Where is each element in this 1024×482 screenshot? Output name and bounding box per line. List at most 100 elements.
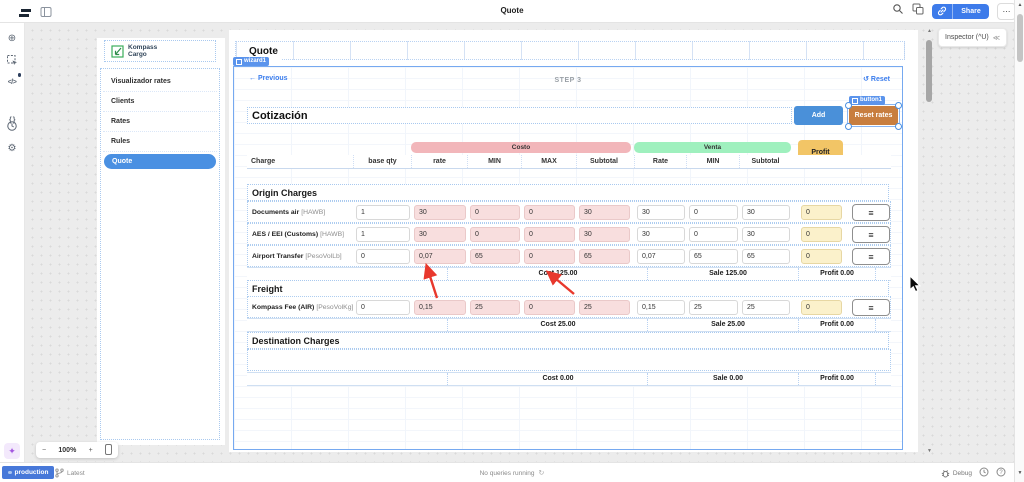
charge-unit: [HAWB] [301,209,326,216]
cost-subtotal-input[interactable]: 30 [579,205,630,220]
help-icon[interactable]: ? [996,467,1006,479]
zoom-out-button[interactable]: − [42,447,46,454]
mobile-preview-icon[interactable] [104,443,112,457]
search-icon[interactable] [892,2,904,20]
zoom-in-button[interactable]: + [89,447,93,454]
scrollbar-thumb[interactable] [926,40,932,102]
debug-button[interactable]: Debug [941,469,972,478]
cost-max-input[interactable]: 0 [524,249,575,264]
nav-item-quote-active[interactable]: Quote [104,154,216,169]
row-menu-button[interactable]: ≡ [852,226,890,243]
sale-group-header: Venta [634,142,791,153]
sale-rate-input[interactable]: 30 [637,205,685,220]
sale-min-input[interactable]: 0 [689,205,738,220]
canvas-scrollbar[interactable]: ▲ ▼ [925,26,934,458]
scroll-down-icon[interactable]: ▼ [925,448,934,454]
sale-rate-input[interactable]: 30 [637,227,685,242]
add-button[interactable]: Add [794,106,843,125]
profit-cell[interactable]: 0 [801,227,842,242]
widget-name-badge[interactable]: wizard1 [233,57,270,66]
history-clock-icon[interactable] [979,467,989,479]
cost-min-input[interactable]: 0 [470,205,520,220]
app-logo-widget[interactable]: Kompass Cargo [104,40,216,62]
column-header-row: Charge base qty rate MIN MAX Subtotal Ra… [247,155,891,169]
profit-cell[interactable]: 0 [801,249,842,264]
reset-link[interactable]: ↺ Reset [863,75,890,83]
inspector-button[interactable]: Inspector (^U) ≪ [938,28,1008,47]
selection-handle[interactable] [895,102,902,109]
base-qty-input[interactable]: 1 [356,227,410,242]
nav-item-visualizador-rates[interactable]: Visualizador rates [103,72,217,92]
selection-handle[interactable] [845,102,852,109]
window-scrollbar[interactable]: ▲ ▼ [1014,0,1024,482]
selection-handle[interactable] [895,123,902,130]
cost-rate-input[interactable]: 0,15 [414,300,466,315]
cost-total: Cost 0.00 [447,373,668,385]
col-min: MIN [467,155,521,168]
cost-subtotal-input[interactable]: 65 [579,249,630,264]
zoom-level[interactable]: 100% [58,447,76,454]
cost-subtotal-input[interactable]: 30 [579,227,630,242]
code-queries-icon[interactable]: </> [0,73,24,90]
add-widget-icon[interactable]: ⊕ [0,30,24,46]
sale-rate-input[interactable]: 0,07 [637,249,685,264]
profit-cell[interactable]: 0 [801,205,842,220]
sale-subtotal-input[interactable]: 30 [742,227,790,242]
base-qty-input[interactable]: 0 [356,300,410,315]
cost-max-input[interactable]: 0 [524,300,575,315]
nav-item-clients[interactable]: Clients [103,92,217,112]
cost-max-input[interactable]: 0 [524,227,575,242]
scrollbar-thumb[interactable] [1016,14,1023,62]
scroll-down-icon[interactable]: ▼ [1015,470,1024,476]
cost-min-input[interactable]: 25 [470,300,520,315]
nav-menu-widget: Visualizador rates Clients Rates Rules Q… [100,68,220,440]
scroll-up-icon[interactable]: ▲ [925,28,934,34]
row-menu-button[interactable]: ≡ [852,248,890,265]
sale-rate-input[interactable]: 0,15 [637,300,685,315]
history-icon[interactable] [0,118,24,134]
selection-handle[interactable] [845,123,852,130]
ai-assistant-button[interactable]: ✦ [4,443,20,459]
share-button[interactable]: Share [953,3,989,19]
cost-rate-input[interactable]: 30 [414,227,466,242]
cost-rate-input[interactable]: 0,07 [414,249,466,264]
cost-min-input[interactable]: 65 [470,249,520,264]
row-menu-button[interactable]: ≡ [852,204,890,221]
step-label: STEP 3 [554,77,582,84]
sale-min-input[interactable]: 0 [689,227,738,242]
charge-name: Airport Transfer [252,253,304,260]
select-tool-icon[interactable] [0,52,24,68]
scroll-up-icon[interactable]: ▲ [1015,2,1024,8]
copy-link-button[interactable] [932,3,953,19]
cost-min-input[interactable]: 0 [470,227,520,242]
profit-cell[interactable]: 0 [801,300,842,315]
nav-item-rules[interactable]: Rules [103,132,217,152]
row-menu-button[interactable]: ≡ [852,299,890,316]
sale-subtotal-input[interactable]: 65 [742,249,790,264]
totals-row-destination: Cost 0.00 Sale 0.00 Profit 0.00 [247,372,891,386]
profit-total: Profit 0.00 [798,268,876,280]
app-logo-text: Kompass Cargo [128,43,158,58]
cost-subtotal-input[interactable]: 25 [579,300,630,315]
collapse-icon: ≪ [992,34,1001,42]
cost-total: Cost 125.00 [447,268,668,280]
sale-subtotal-input[interactable]: 25 [742,300,790,315]
base-qty-input[interactable]: 0 [356,249,410,264]
cost-max-input[interactable]: 0 [524,205,575,220]
button-name-badge[interactable]: button1 [849,96,885,105]
sparkle-icon: ✦ [8,445,16,456]
cost-rate-input[interactable]: 30 [414,205,466,220]
settings-gear-icon[interactable]: ⚙ [0,140,24,156]
col-rate: rate [411,155,467,168]
canvas-preview-icon[interactable] [912,2,924,20]
sale-subtotal-input[interactable]: 30 [742,205,790,220]
table-row: Kompass Fee (AIR) [PesoVolKg] 0 0,15 25 0… [247,296,891,318]
nav-item-rates[interactable]: Rates [103,112,217,132]
reset-rates-button[interactable]: Reset rates [847,104,900,127]
kompass-cargo-logo-icon [111,44,124,58]
base-qty-input[interactable]: 1 [356,205,410,220]
refresh-icon[interactable]: ↻ [539,469,545,477]
sale-min-input[interactable]: 25 [689,300,738,315]
sale-min-input[interactable]: 65 [689,249,738,264]
wizard-container: ← Previous STEP 3 ↺ Reset Cotización Add… [233,66,903,450]
